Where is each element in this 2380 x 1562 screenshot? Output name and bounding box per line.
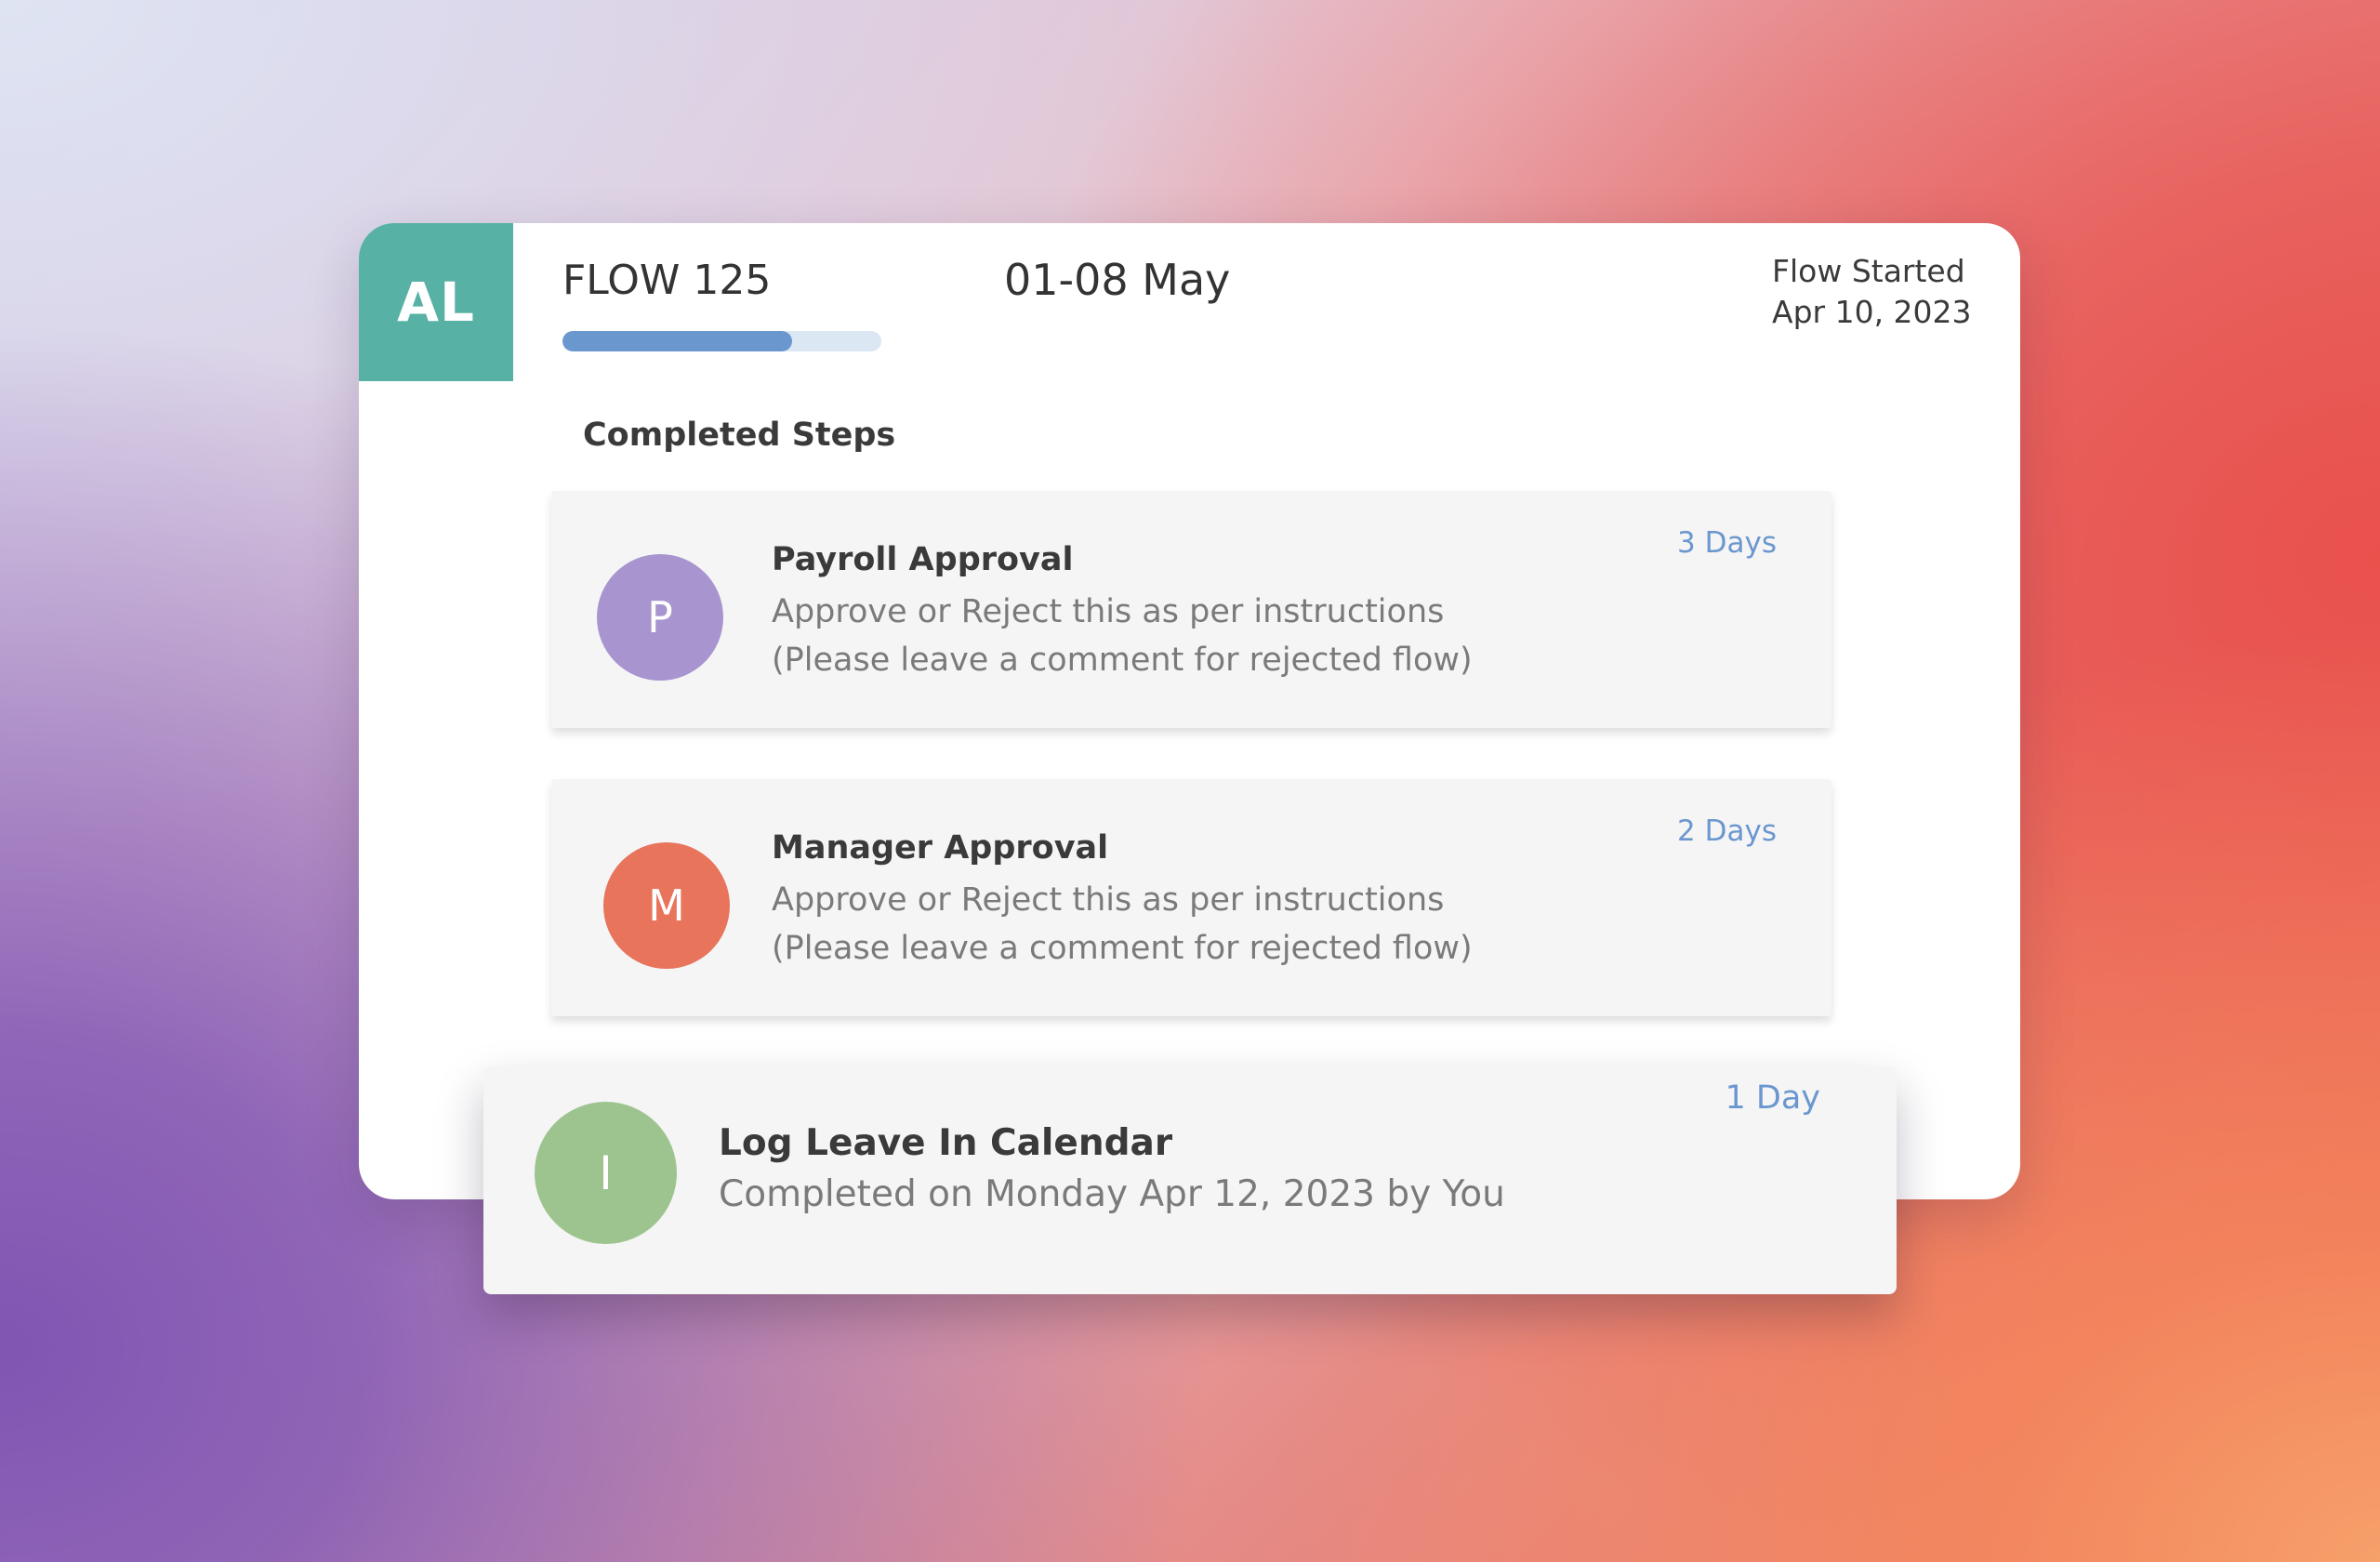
step-description-line: (Please leave a comment for rejected flo… <box>772 642 1473 679</box>
flow-name: FLOW 125 <box>562 257 772 304</box>
flow-initials-tile: AL <box>359 223 513 381</box>
step-description-line: (Please leave a comment for rejected flo… <box>772 930 1473 967</box>
flow-started-info: Flow Started Apr 10, 2023 <box>1772 251 1972 333</box>
step-title: Log Leave In Calendar <box>719 1122 1173 1164</box>
flow-date-range: 01-08 May <box>1004 255 1231 305</box>
step-description-line: Approve or Reject this as per instructio… <box>772 881 1445 919</box>
step-avatar: P <box>597 554 723 681</box>
flow-progress-fill <box>562 331 792 351</box>
flow-started-label: Flow Started <box>1772 253 1965 289</box>
step-card-payroll-approval[interactable]: P Payroll Approval Approve or Reject thi… <box>551 491 1831 728</box>
step-card-log-leave[interactable]: I Log Leave In Calendar Completed on Mon… <box>483 1066 1897 1294</box>
step-duration: 2 Days <box>1677 814 1777 848</box>
step-description: Approve or Reject this as per instructio… <box>772 588 1473 684</box>
step-card-manager-approval[interactable]: M Manager Approval Approve or Reject thi… <box>551 779 1831 1016</box>
step-duration: 1 Day <box>1725 1079 1820 1117</box>
flow-progress-bar <box>562 331 881 351</box>
step-avatar: M <box>603 842 730 969</box>
step-avatar: I <box>535 1102 677 1244</box>
completed-steps-heading: Completed Steps <box>583 417 896 454</box>
flow-card: AL FLOW 125 01-08 May Flow Started Apr 1… <box>359 223 2020 1199</box>
step-title: Manager Approval <box>772 829 1109 867</box>
step-description-line: Approve or Reject this as per instructio… <box>772 593 1445 630</box>
flow-started-date: Apr 10, 2023 <box>1772 294 1972 330</box>
step-description: Completed on Monday Apr 12, 2023 by You <box>719 1173 1505 1215</box>
step-title: Payroll Approval <box>772 541 1074 578</box>
step-duration: 3 Days <box>1677 526 1777 560</box>
step-description: Approve or Reject this as per instructio… <box>772 876 1473 973</box>
